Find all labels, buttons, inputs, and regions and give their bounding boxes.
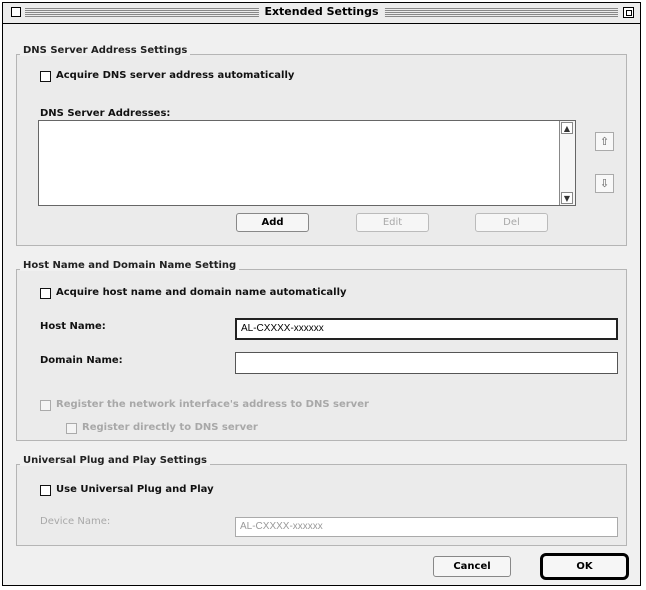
window-title: Extended Settings (258, 5, 385, 18)
dns-auto-checkbox[interactable] (40, 71, 51, 82)
register-dns-label: Register the network interface's address… (56, 399, 369, 410)
dns-list-scrollbar[interactable]: ▲ ▼ (559, 121, 575, 205)
upnp-checkbox[interactable] (40, 485, 51, 496)
register-dns-checkbox[interactable] (40, 400, 51, 411)
domain-name-label: Domain Name: (40, 355, 123, 366)
host-name-field[interactable]: AL-CXXXX-xxxxxx (235, 318, 618, 340)
upnp-group-label: Universal Plug and Play Settings (20, 455, 210, 466)
domain-name-field[interactable] (235, 352, 618, 374)
cancel-button[interactable]: Cancel (433, 556, 511, 577)
device-name-field[interactable]: AL-CXXXX-xxxxxx (235, 517, 618, 537)
title-bar[interactable]: Extended Settings (3, 3, 640, 24)
extended-settings-window: Extended Settings DNS Server Address Set… (2, 2, 641, 586)
dns-list-label: DNS Server Addresses: (40, 108, 171, 119)
register-direct-label: Register directly to DNS server (82, 422, 258, 433)
edit-button[interactable]: Edit (356, 213, 429, 232)
del-button[interactable]: Del (475, 213, 548, 232)
dns-auto-label: Acquire DNS server address automatically (56, 70, 295, 81)
dns-address-list[interactable]: ▲ ▼ (38, 120, 576, 206)
host-auto-checkbox[interactable] (40, 288, 51, 299)
scroll-up-arrow-icon[interactable]: ▲ (561, 122, 573, 134)
scroll-down-arrow-icon[interactable]: ▼ (561, 192, 573, 204)
register-direct-checkbox[interactable] (66, 423, 77, 434)
move-down-icon[interactable]: ⇩ (595, 174, 614, 193)
host-name-label: Host Name: (40, 321, 106, 332)
close-box-icon[interactable] (11, 7, 21, 17)
zoom-box-icon[interactable] (623, 7, 634, 18)
device-name-label: Device Name: (40, 516, 111, 527)
host-group-label: Host Name and Domain Name Setting (20, 260, 240, 271)
dns-group-label: DNS Server Address Settings (20, 45, 191, 56)
add-button[interactable]: Add (236, 213, 309, 232)
move-up-icon[interactable]: ⇧ (595, 132, 614, 151)
upnp-label: Use Universal Plug and Play (56, 484, 214, 495)
ok-button[interactable]: OK (540, 553, 629, 580)
host-auto-label: Acquire host name and domain name automa… (56, 287, 347, 298)
